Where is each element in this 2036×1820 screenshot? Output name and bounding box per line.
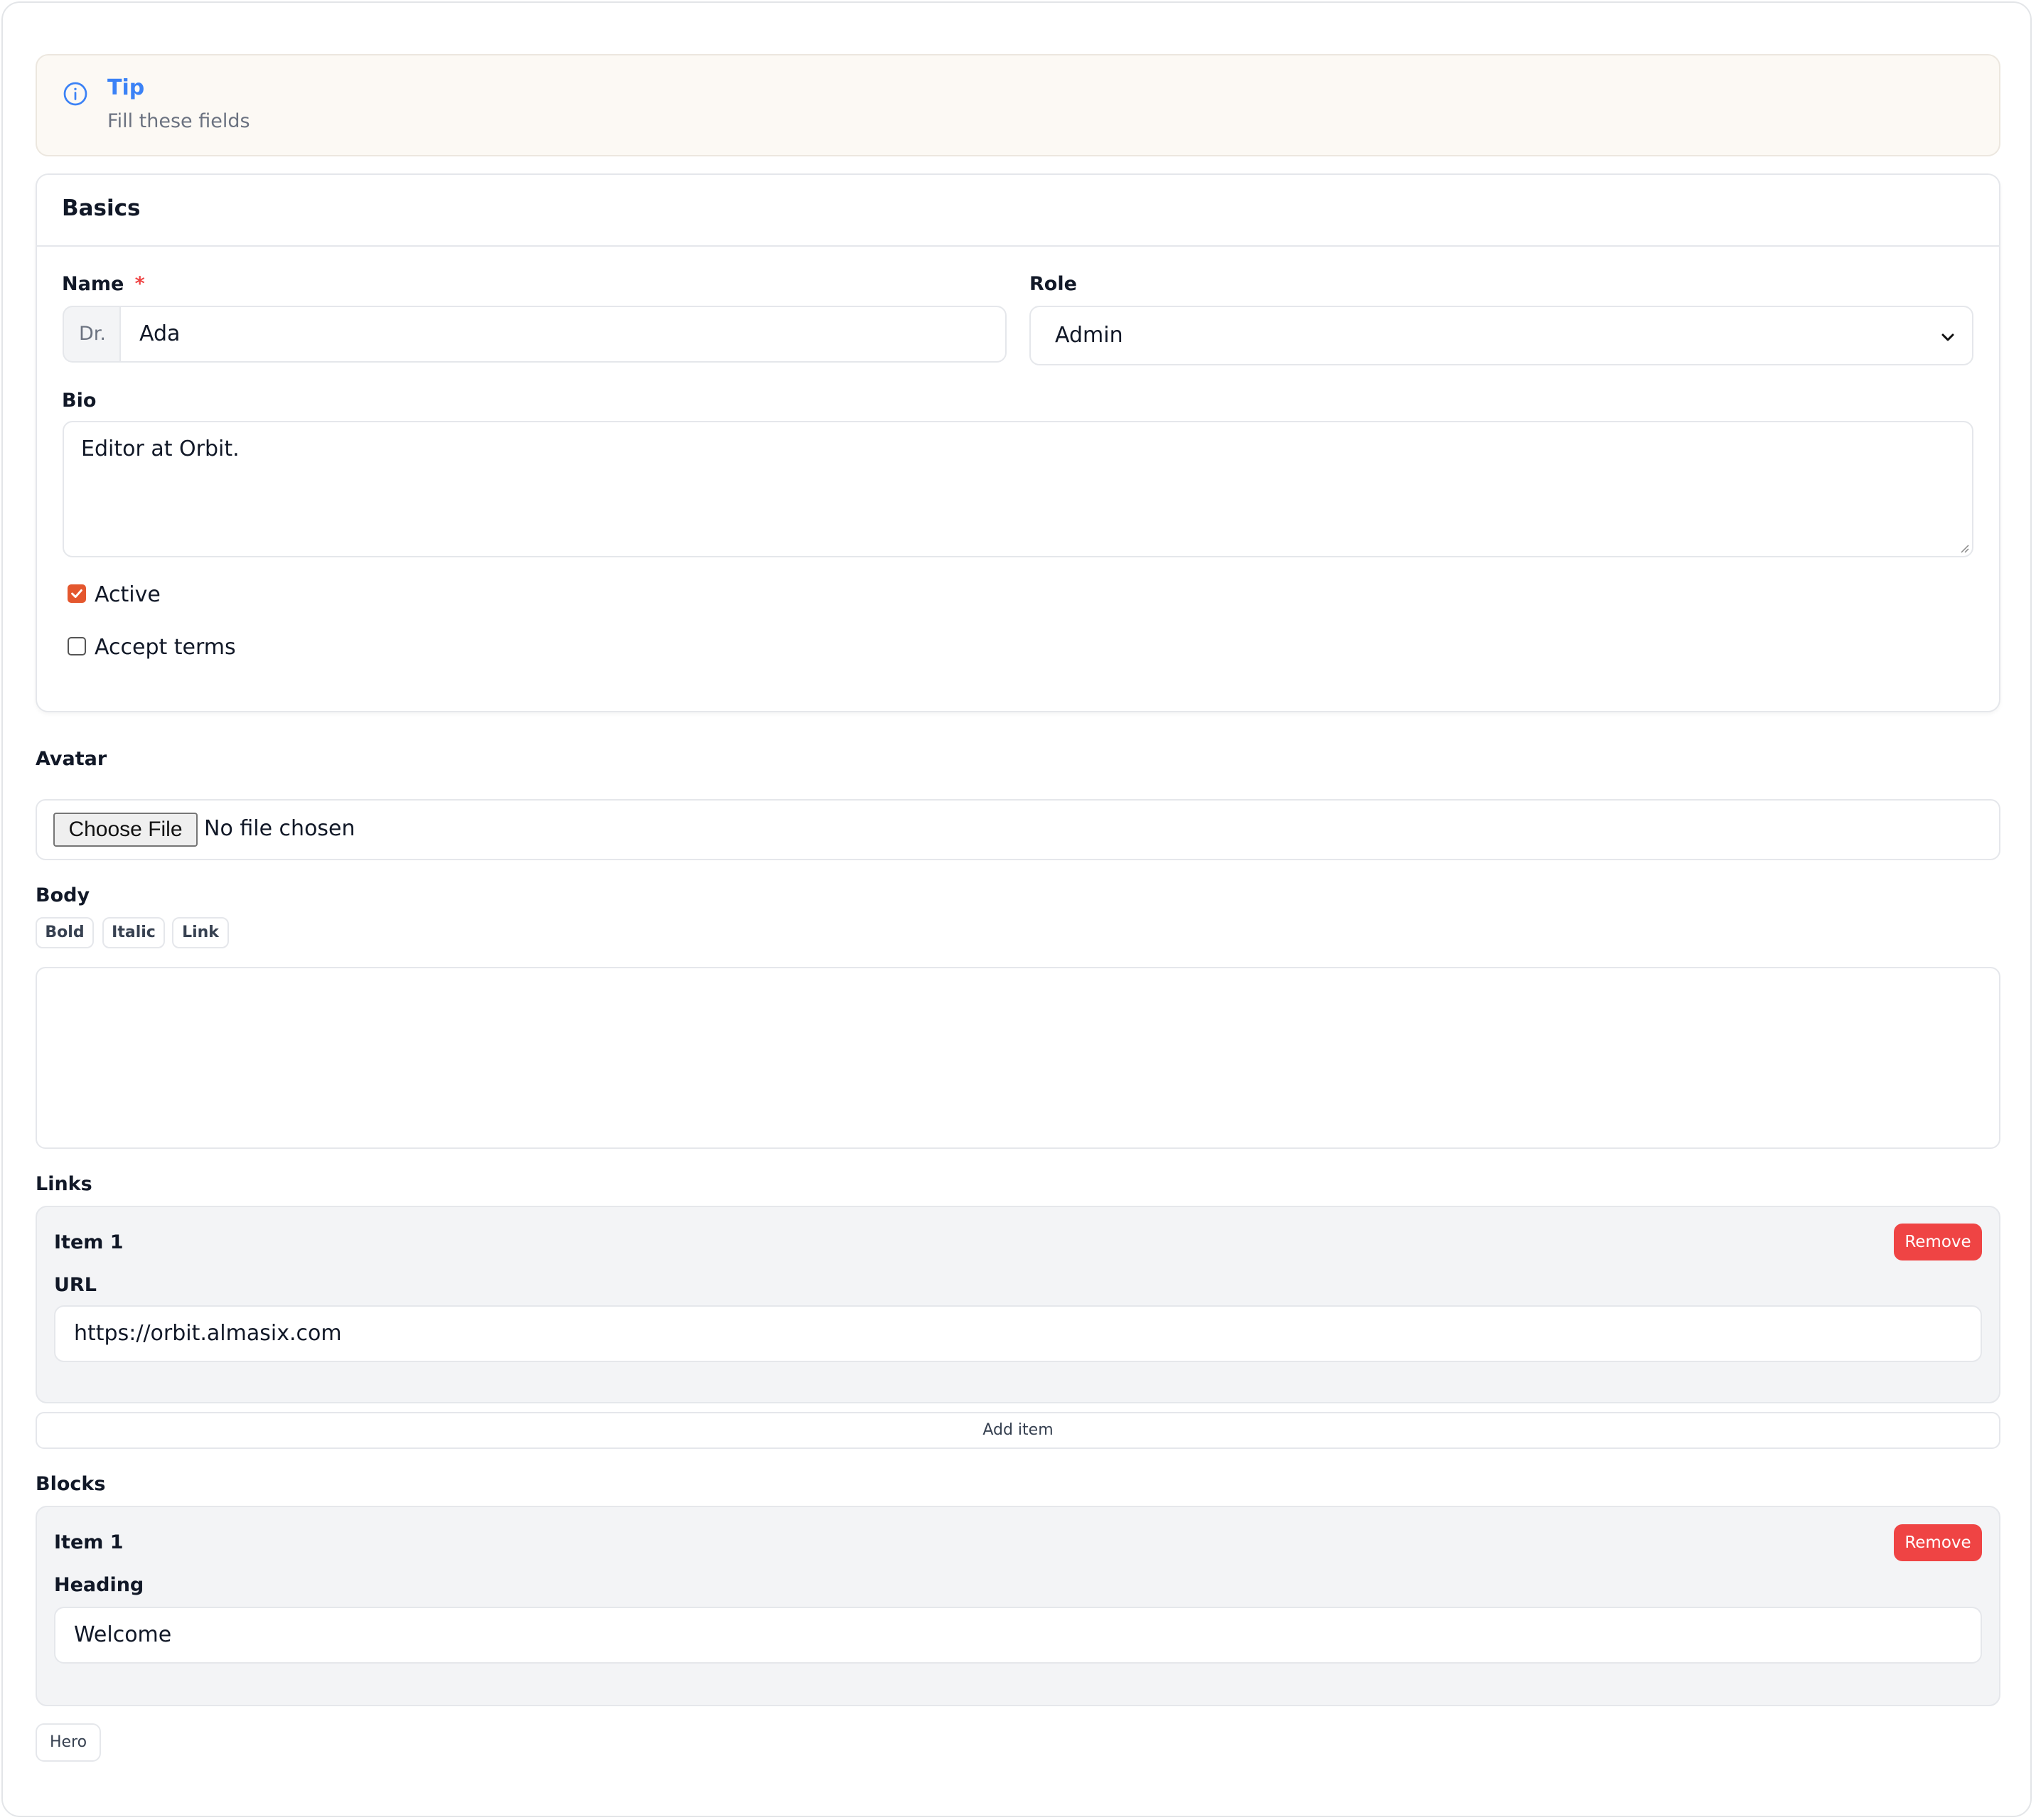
links-item [36, 1206, 2000, 1403]
url-label: URL [54, 1274, 97, 1296]
url-input[interactable]: https://orbit.almasix.com [54, 1305, 1982, 1362]
add-hero-block-button[interactable]: Hero [36, 1723, 101, 1762]
avatar-label: Avatar [36, 748, 107, 770]
blocks-item-title: Item 1 [54, 1531, 124, 1553]
name-label-text: Name [62, 273, 124, 295]
heading-label: Heading [54, 1574, 144, 1596]
body-label: Body [36, 884, 90, 906]
name-prefix: Dr. [63, 306, 121, 363]
body-editor[interactable] [36, 967, 2000, 1149]
links-label: Links [36, 1173, 92, 1195]
tip-callout [36, 54, 2000, 156]
required-mark: * [134, 273, 145, 295]
blocks-item [36, 1506, 2000, 1706]
links-item-title: Item 1 [54, 1231, 124, 1253]
choose-file-button[interactable]: Choose File [53, 813, 198, 847]
accept-terms-label[interactable]: Accept terms [95, 633, 236, 662]
bold-button[interactable]: Bold [36, 917, 94, 948]
link-button[interactable]: Link [172, 917, 229, 948]
role-label: Role [1029, 273, 1077, 295]
info-icon [63, 82, 87, 106]
tip-title: Tip [107, 75, 145, 100]
heading-input[interactable]: Welcome [54, 1607, 1982, 1664]
form-page: Tip Fill these fields Basics Name * Dr. … [0, 0, 2036, 1820]
name-input[interactable]: Ada [119, 306, 1007, 363]
card-divider [37, 245, 1999, 247]
basics-title: Basics [62, 196, 141, 221]
check-icon [71, 589, 82, 599]
blocks-remove-button[interactable]: Remove [1894, 1524, 1982, 1561]
blocks-label: Blocks [36, 1473, 106, 1495]
role-select[interactable]: Admin [1029, 306, 1973, 365]
role-select-value: Admin [1055, 323, 1123, 348]
bio-label: Bio [62, 390, 97, 412]
links-remove-button[interactable]: Remove [1894, 1224, 1982, 1260]
tip-text: Fill these fields [107, 110, 250, 132]
chevron-down-icon [1941, 333, 1954, 341]
active-label[interactable]: Active [95, 581, 161, 609]
file-status: No file chosen [204, 816, 355, 841]
active-checkbox[interactable] [68, 584, 86, 603]
accept-terms-checkbox[interactable] [68, 637, 86, 655]
add-item-button[interactable]: Add item [36, 1412, 2000, 1449]
bio-value: Editor at Orbit. [81, 437, 240, 461]
bio-textarea[interactable]: Editor at Orbit. [63, 421, 1973, 557]
name-label: Name * [62, 272, 145, 297]
italic-button[interactable]: Italic [102, 917, 165, 948]
resize-handle-icon[interactable] [1958, 542, 1969, 553]
